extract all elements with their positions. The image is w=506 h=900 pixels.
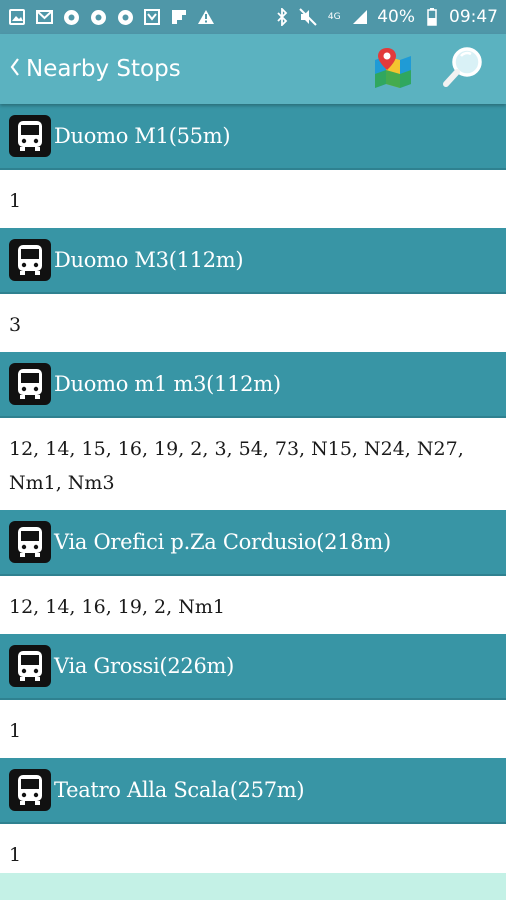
stop-lines[interactable]: 12, 14, 16, 19, 2, Nm1 [0, 576, 506, 634]
bus-icon [9, 769, 51, 811]
stop-name: Duomo m1 m3(112m) [54, 372, 281, 396]
notification-icons [8, 8, 215, 26]
battery-percent: 40% [377, 7, 415, 27]
stop-header[interactable]: Duomo M3(112m) [0, 228, 506, 294]
battery-icon [423, 8, 441, 26]
stop-name: Duomo M3(112m) [54, 248, 244, 272]
gallery-icon [8, 8, 26, 26]
map-icon [373, 46, 413, 93]
stop-lines[interactable]: 1 [0, 700, 506, 758]
stop-header[interactable]: Duomo M1(55m) [0, 104, 506, 170]
signal-icon [351, 8, 369, 26]
stop-header[interactable]: Teatro Alla Scala(257m) [0, 758, 506, 824]
stop-header[interactable]: Duomo m1 m3(112m) [0, 352, 506, 418]
back-button[interactable] [4, 57, 26, 82]
app-bar-actions [364, 40, 506, 98]
status-bar: 4G 40% 09:47 [0, 0, 506, 34]
map-button[interactable] [364, 40, 422, 98]
chevron-left-icon [10, 57, 20, 82]
mute-icon [299, 8, 317, 26]
warning-icon [197, 8, 215, 26]
mail-icon [35, 8, 53, 26]
bus-icon [9, 239, 51, 281]
page-title: Nearby Stops [26, 56, 181, 82]
flipboard-icon [170, 8, 188, 26]
download-box-icon [143, 8, 161, 26]
chrome-icon [89, 8, 107, 26]
system-icons: 4G 40% 09:47 [273, 7, 498, 27]
clock: 09:47 [449, 7, 498, 27]
stop-lines[interactable]: 3 [0, 294, 506, 352]
stop-name: Duomo M1(55m) [54, 124, 231, 148]
app-bar: Nearby Stops [0, 34, 506, 104]
bus-icon [9, 521, 51, 563]
chrome-icon [116, 8, 134, 26]
bottom-strip [0, 873, 506, 900]
bluetooth-icon [273, 8, 291, 26]
stop-header[interactable]: Via Grossi(226m) [0, 634, 506, 700]
bus-icon [9, 363, 51, 405]
stop-name: Via Grossi(226m) [54, 654, 235, 678]
stop-header[interactable]: Via Orefici p.Za Cordusio(218m) [0, 510, 506, 576]
stop-name: Teatro Alla Scala(257m) [54, 778, 305, 802]
bus-icon [9, 115, 51, 157]
stop-lines[interactable]: 12, 14, 15, 16, 19, 2, 3, 54, 73, N15, N… [0, 418, 506, 510]
search-button[interactable] [434, 40, 492, 98]
bus-icon [9, 645, 51, 687]
network-type-icon: 4G [327, 12, 341, 22]
stop-list: Duomo M1(55m) 1 Duomo M3(112m) 3 Duomo m… [0, 104, 506, 900]
stop-name: Via Orefici p.Za Cordusio(218m) [54, 530, 391, 554]
search-icon [441, 45, 485, 94]
stop-lines[interactable]: 1 [0, 170, 506, 228]
chrome-icon [62, 8, 80, 26]
